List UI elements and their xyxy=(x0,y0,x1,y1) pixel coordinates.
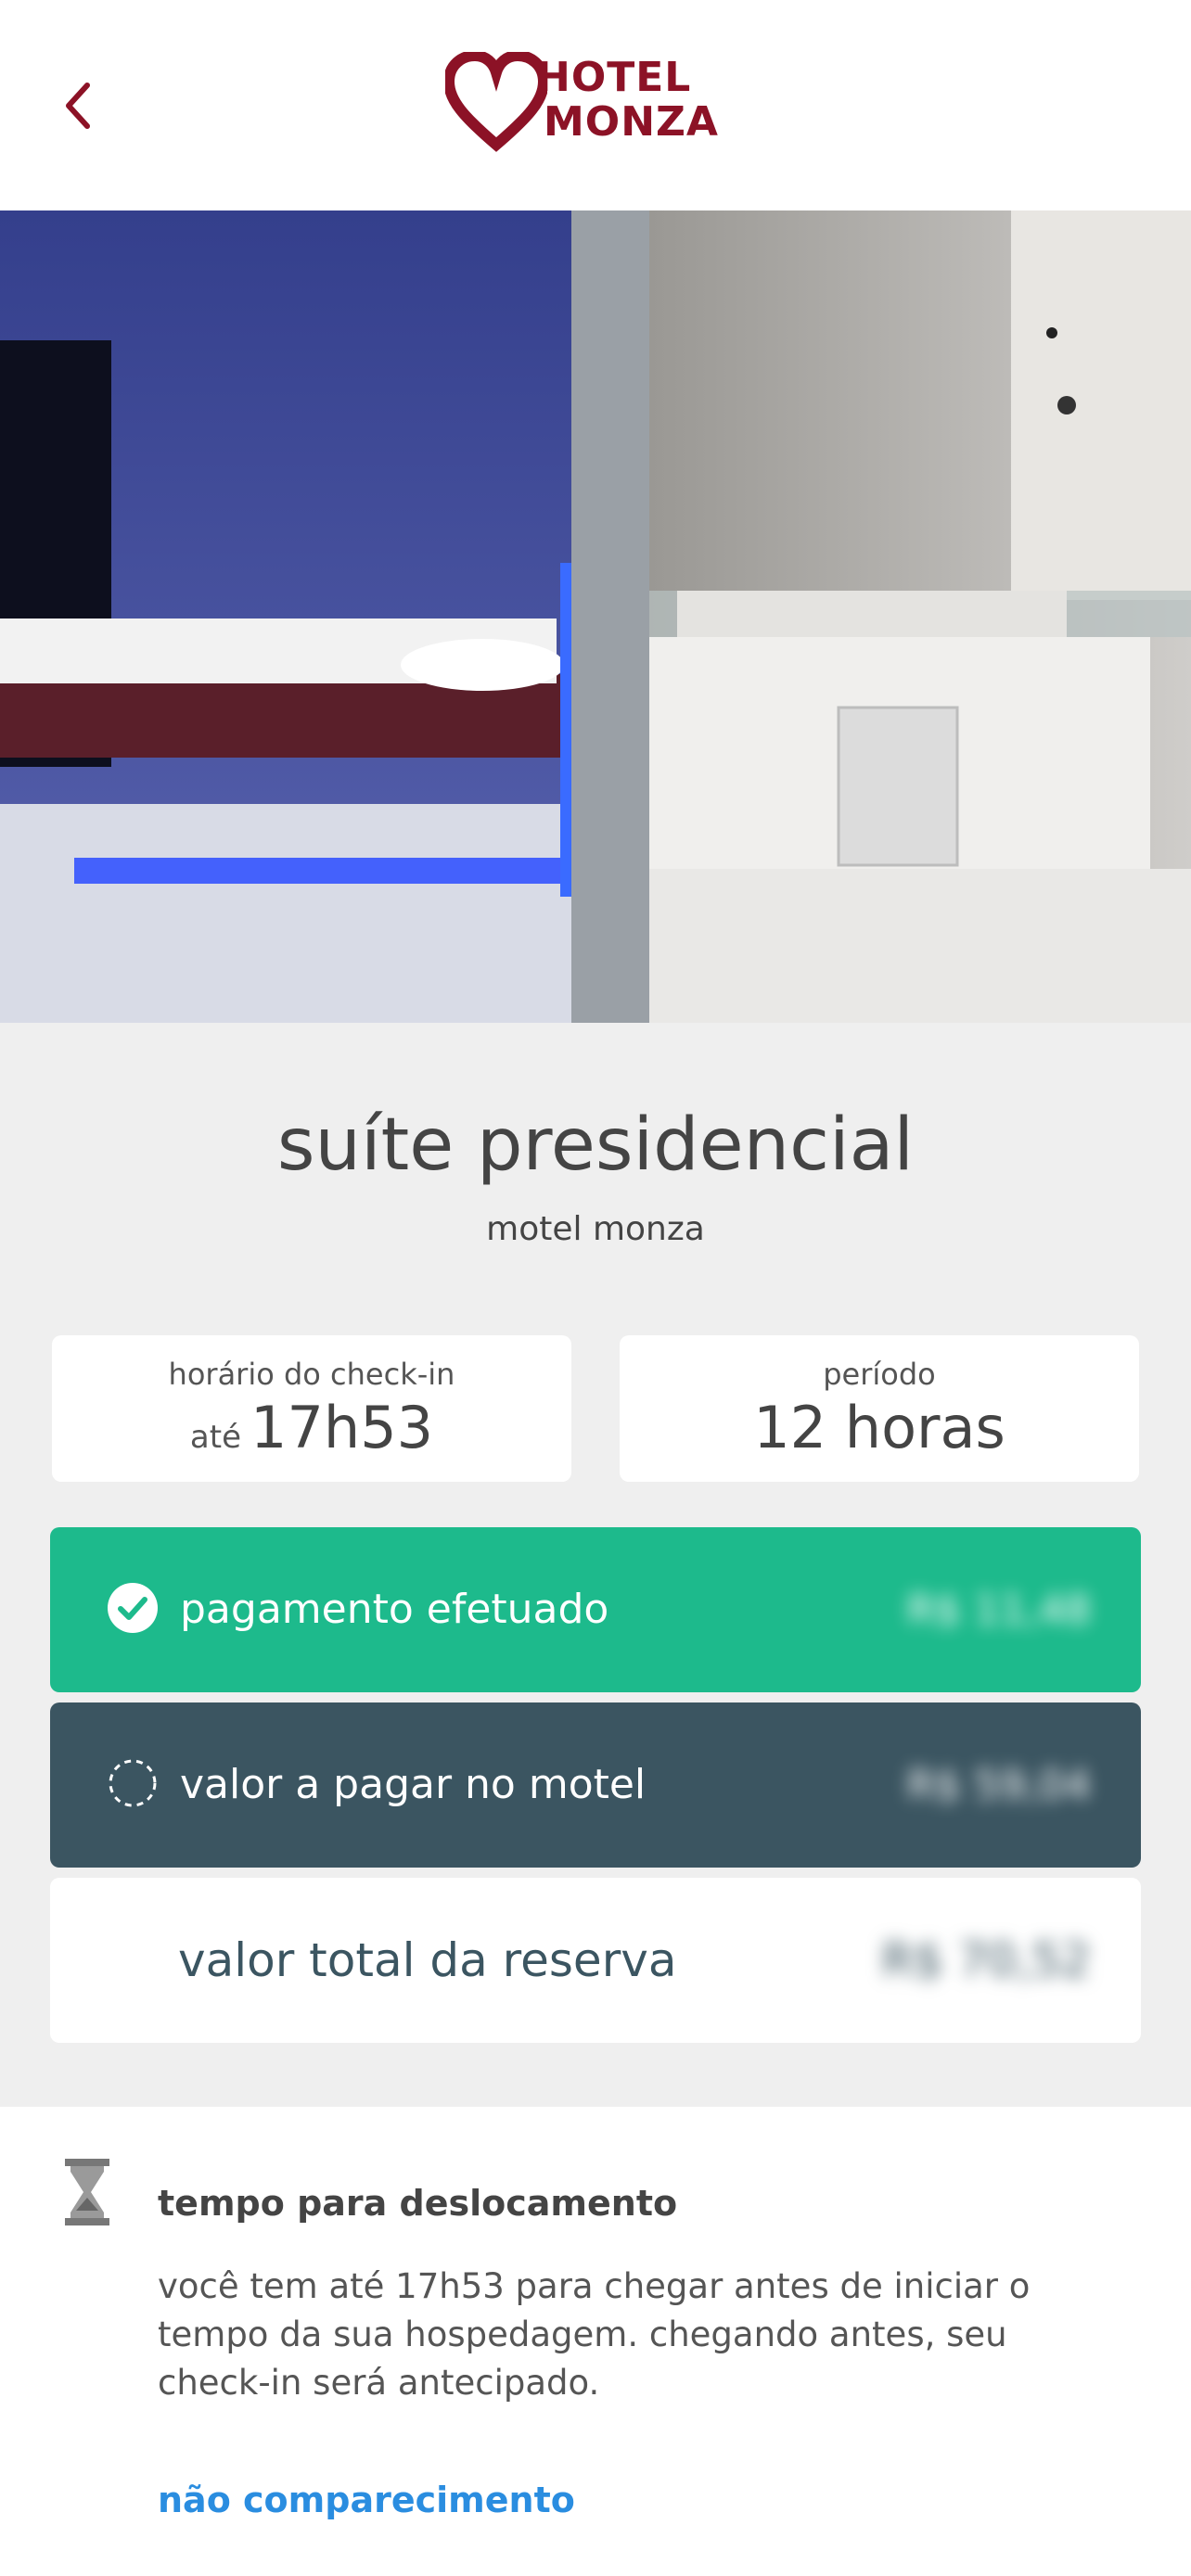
travel-section: tempo para deslocamento você tem até 17h… xyxy=(0,2107,1191,2576)
checkin-label: horário do check-in xyxy=(168,1357,455,1392)
reservation-total-amount: R$ 70,52 xyxy=(881,1933,1091,1987)
reservation-total-row: valor total da reserva R$ 70,52 xyxy=(50,1878,1141,2043)
check-circle-icon xyxy=(108,1583,158,1633)
reservation-total-label: valor total da reserva xyxy=(178,1933,677,1987)
travel-description: você tem até 17h53 para chegar antes de … xyxy=(158,2266,1031,2403)
amount-due-row: valor a pagar no motel R$ 59,04 xyxy=(50,1702,1141,1868)
logo-line1: HOTEL xyxy=(536,54,692,101)
motel-name: motel monza xyxy=(486,1210,705,1248)
suite-title: suíte presidencial xyxy=(276,1103,915,1187)
payment-done-amount: R$ 11,48 xyxy=(906,1586,1091,1634)
hotel-logo: HOTEL MONZA xyxy=(445,52,742,156)
checkin-time: 17h53 xyxy=(250,1394,434,1461)
period-label: período xyxy=(823,1357,936,1392)
hourglass-icon xyxy=(65,2159,109,2225)
payment-done-label: pagamento efetuado xyxy=(180,1586,609,1633)
period-card: período 12 horas xyxy=(620,1335,1139,1482)
amount-due-label: valor a pagar no motel xyxy=(180,1761,647,1808)
app-header: HOTEL MONZA xyxy=(0,0,1191,210)
checkin-card: horário do check-in até 17h53 xyxy=(52,1335,571,1482)
heart-logo-icon xyxy=(445,52,547,152)
amount-due-value: R$ 59,04 xyxy=(906,1761,1091,1809)
logo-text: HOTEL MONZA xyxy=(536,56,719,145)
dashed-circle-icon xyxy=(109,1759,157,1807)
chevron-left-icon xyxy=(66,83,90,129)
logo-line2: MONZA xyxy=(544,98,719,146)
no-show-link[interactable]: não comparecimento xyxy=(158,2478,575,2522)
checkin-prefix: até xyxy=(189,1419,241,1456)
payment-done-row: pagamento efetuado R$ 11,48 xyxy=(50,1527,1141,1692)
suite-photo xyxy=(0,210,1191,1023)
travel-title: tempo para deslocamento xyxy=(158,2183,678,2224)
period-value: 12 horas xyxy=(753,1394,1005,1461)
back-button[interactable] xyxy=(52,70,104,141)
